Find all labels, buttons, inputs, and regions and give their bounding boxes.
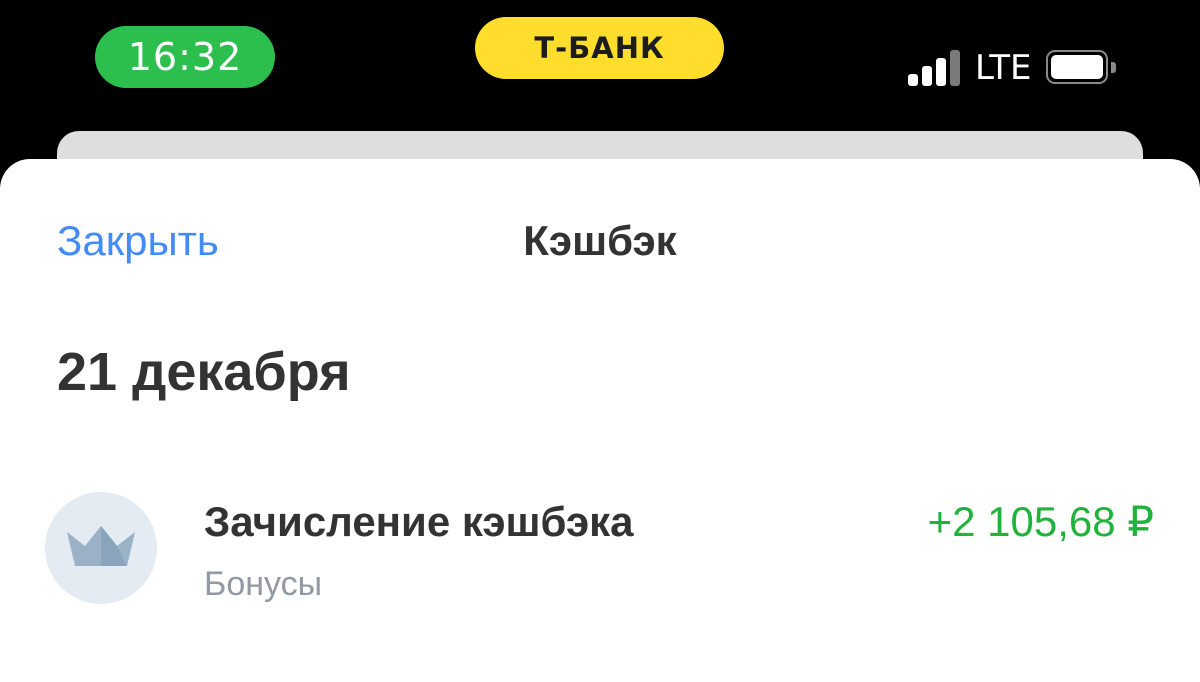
date-header: 21 декабря: [57, 342, 351, 402]
transaction-category: Бонусы: [204, 565, 323, 603]
sheet-title: Кэшбэк: [523, 217, 677, 264]
crown-icon: [67, 526, 135, 566]
transaction-row[interactable]: Зачисление кэшбэка Бонусы +2 105,68 ₽: [44, 486, 1164, 612]
bank-name: Т-БАНК: [534, 31, 665, 65]
battery-icon: [1046, 50, 1116, 86]
bank-pill: Т-БАНК: [475, 17, 724, 79]
time-pill: 16:32: [95, 26, 275, 88]
network-type: LTE: [975, 48, 1032, 88]
transaction-avatar: [45, 492, 157, 604]
phone-screen: 16:32 Т-БАНК LTE Закрыть Кэшбэк 21 декаб…: [0, 0, 1200, 682]
close-button[interactable]: Закрыть: [57, 215, 219, 267]
status-bar: 16:32 Т-БАНК LTE: [0, 0, 1200, 130]
status-time: 16:32: [127, 35, 243, 79]
signal-strength-icon: [908, 50, 964, 86]
transaction-amount: +2 105,68 ₽: [927, 498, 1154, 545]
transaction-title: Зачисление кэшбэка: [204, 498, 634, 545]
